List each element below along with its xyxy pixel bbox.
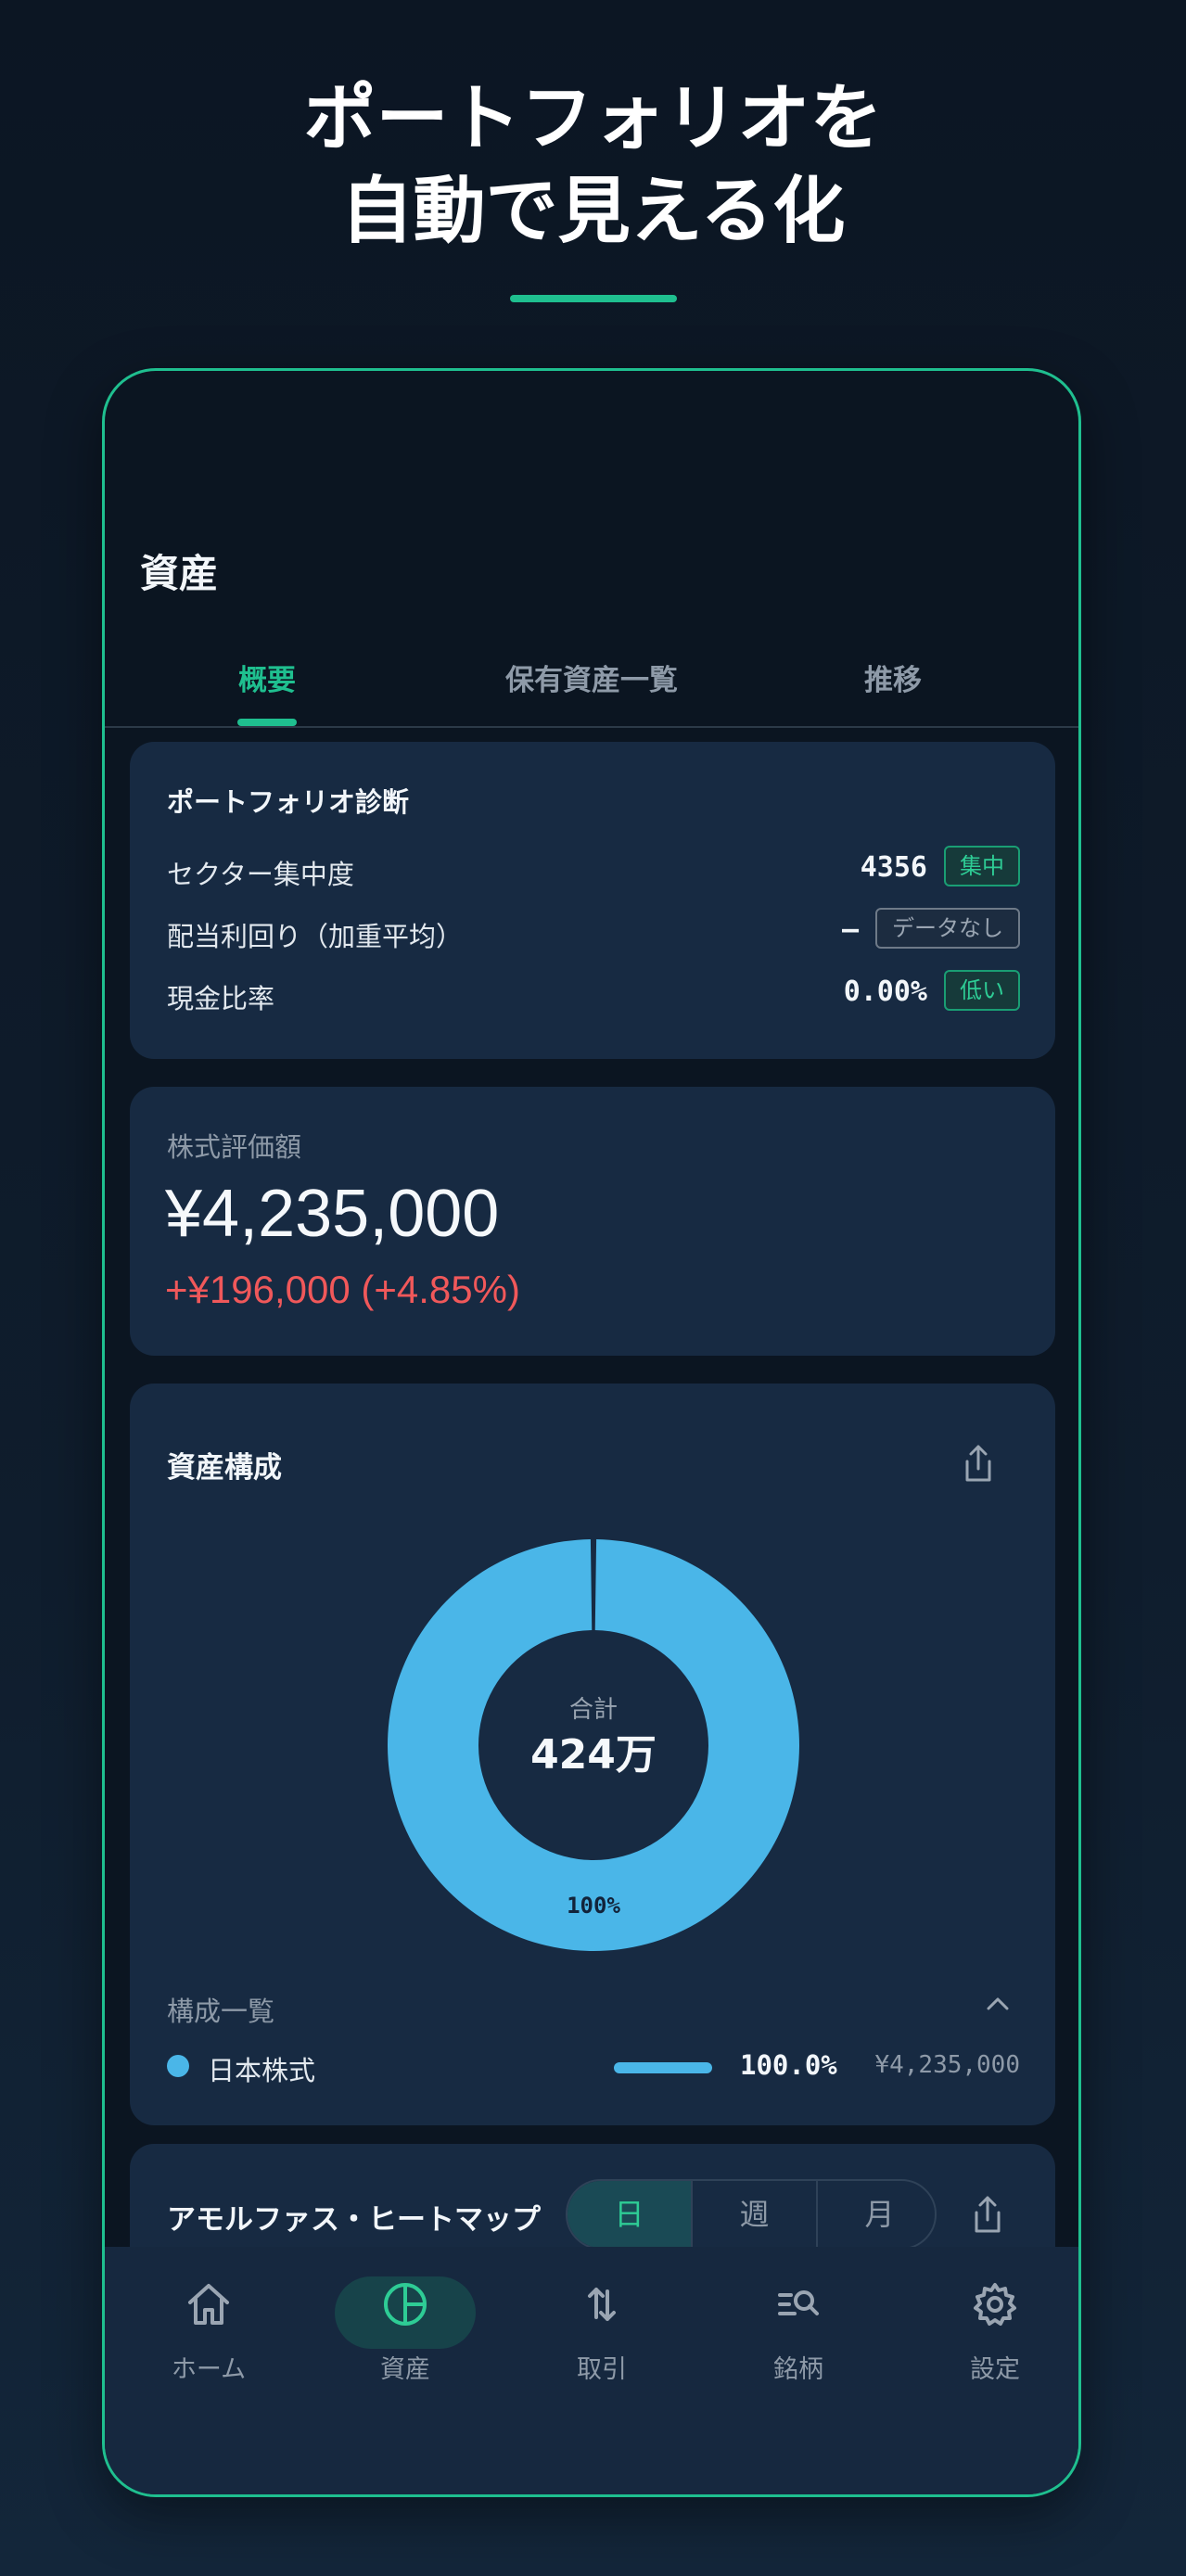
composition-donut-chart: 合計 424万 100%: [388, 1539, 799, 1951]
composition-item-bar: [614, 2062, 712, 2073]
list-search-icon: [778, 2290, 819, 2315]
stock-valuation-card: 株式評価額 ¥4,235,000 +¥196,000 (+4.85%): [130, 1087, 1055, 1356]
valuation-change: +¥196,000 (+4.85%): [165, 1268, 520, 1311]
share-icon[interactable]: [960, 1443, 997, 1484]
headline-underline: [510, 295, 677, 302]
diagnosis-value: 0.00%: [843, 976, 927, 1008]
composition-item-name: 日本株式: [208, 2055, 316, 2086]
composition-list-item[interactable]: 日本株式 100.0% ¥4,235,000: [167, 2044, 1020, 2090]
active-tab-indicator: [237, 719, 297, 726]
nav-label: 銘柄: [773, 2355, 823, 2384]
chevron-up-icon[interactable]: [985, 1994, 1011, 2012]
nav-settings[interactable]: 設定: [902, 2247, 1078, 2432]
donut-total-label: 合計: [569, 1696, 618, 1724]
phone-frame: 資産 概要 保有資産一覧 推移 ポートフォリオ診断 セクター集中度 4356 集…: [102, 368, 1081, 2497]
portfolio-diagnosis-card: ポートフォリオ診断 セクター集中度 4356 集中 配当利回り（加重平均） – …: [130, 742, 1055, 1059]
legend-dot: [167, 2055, 189, 2077]
composition-item-percent: 100.0%: [740, 2049, 837, 2081]
tab-trend[interactable]: 推移: [837, 657, 949, 698]
promo-headline-line2: 自動で見える化: [340, 170, 846, 253]
status-badge: データなし: [875, 908, 1020, 949]
donut-slice-label: 100%: [567, 1893, 620, 1919]
tab-holdings[interactable]: 保有資産一覧: [480, 657, 703, 698]
diagnosis-row-dividend: 配当利回り（加重平均） – データなし: [167, 908, 1020, 956]
gear-icon: [974, 2283, 1016, 2326]
transfer-arrows-icon: [588, 2288, 616, 2321]
diagnosis-label: 配当利回り（加重平均）: [167, 921, 464, 952]
diagnosis-value: –: [841, 913, 859, 946]
period-day-button[interactable]: 日: [567, 2181, 691, 2248]
diagnosis-label: セクター集中度: [167, 859, 354, 890]
nav-label: ホーム: [171, 2355, 247, 2384]
diagnosis-row-sector: セクター集中度 4356 集中: [167, 846, 1020, 894]
valuation-amount: ¥4,235,000: [165, 1177, 500, 1251]
nav-assets[interactable]: 資産: [312, 2247, 498, 2432]
bottom-navigation: ホーム 資産 取引 銘柄 設定: [105, 2247, 1078, 2494]
diagnosis-value: 4356: [860, 851, 927, 884]
nav-label: 設定: [970, 2355, 1020, 2384]
composition-item-amount: ¥4,235,000: [874, 2051, 1020, 2079]
period-segmented-control: 日 週 月: [566, 2179, 937, 2250]
diagnosis-label: 現金比率: [167, 983, 275, 1014]
period-month-button[interactable]: 月: [818, 2181, 935, 2248]
nav-home[interactable]: ホーム: [116, 2247, 301, 2432]
nav-label: 取引: [577, 2355, 627, 2384]
diagnosis-title: ポートフォリオ診断: [167, 786, 410, 818]
status-badge: 集中: [944, 846, 1020, 886]
donut-total-value: 424万: [530, 1731, 657, 1779]
heatmap-title: アモルファス・ヒートマップ: [167, 2203, 541, 2237]
page-title: 資産: [140, 551, 219, 596]
tab-overview[interactable]: 概要: [174, 657, 360, 698]
nav-stocks[interactable]: 銘柄: [706, 2247, 891, 2432]
diagnosis-row-cash: 現金比率 0.00% 低い: [167, 970, 1020, 1018]
asset-composition-card: 資産構成 合計 424万 100% 構成一覧 日本株式 100.0% ¥4,23…: [130, 1384, 1055, 2125]
nav-label: 資産: [380, 2355, 430, 2384]
composition-title: 資産構成: [167, 1451, 282, 1485]
status-badge: 低い: [944, 970, 1020, 1011]
pie-chart-icon: [384, 2283, 427, 2326]
promo-headline: ポートフォリオを 自動で見える化: [0, 72, 1186, 258]
nav-trade[interactable]: 取引: [509, 2247, 695, 2432]
valuation-label: 株式評価額: [167, 1131, 302, 1163]
home-icon: [188, 2284, 229, 2325]
share-icon[interactable]: [969, 2194, 1006, 2235]
promo-headline-line1: ポートフォリオを: [303, 77, 883, 160]
composition-list-title: 構成一覧: [167, 1996, 275, 2027]
period-week-button[interactable]: 週: [693, 2181, 816, 2248]
tab-bar: 概要 保有資産一覧 推移: [105, 649, 1078, 728]
